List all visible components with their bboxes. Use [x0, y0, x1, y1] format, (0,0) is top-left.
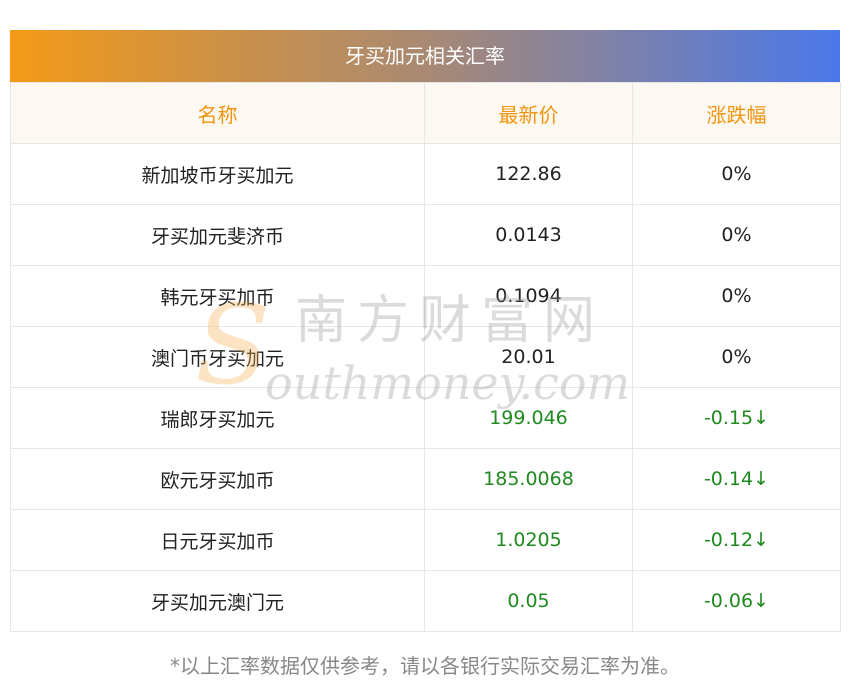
rate-change-cell: 0% [632, 143, 841, 205]
table-row: 新加坡币牙买加元 122.86 0% [10, 143, 841, 205]
rate-change-cell: -0.15↓ [632, 387, 841, 449]
rate-price-cell: 0.0143 [424, 204, 633, 266]
rate-price-cell: 199.046 [424, 387, 633, 449]
table-row: 日元牙买加币 1.0205 -0.12↓ [10, 509, 841, 571]
table-row: 欧元牙买加币 185.0068 -0.14↓ [10, 448, 841, 510]
rates-card: 牙买加元相关汇率 名称 最新价 涨跌幅 新加坡币牙买加元 122.86 0% 牙买加元… [10, 30, 841, 632]
column-header-price: 最新价 [424, 82, 633, 144]
rate-name-cell: 欧元牙买加币 [10, 448, 425, 510]
rate-name-cell: 牙买加元斐济币 [10, 204, 425, 266]
rate-price-cell: 1.0205 [424, 509, 633, 571]
rate-name-cell: 澳门币牙买加元 [10, 326, 425, 388]
rates-table: 名称 最新价 涨跌幅 新加坡币牙买加元 122.86 0% 牙买加元斐济币 0.0143… [10, 82, 841, 632]
rate-price-cell: 0.1094 [424, 265, 633, 327]
table-title: 牙买加元相关汇率 [10, 30, 840, 82]
table-header-row: 名称 最新价 涨跌幅 [10, 82, 841, 144]
table-row: 澳门币牙买加元 20.01 0% [10, 326, 841, 388]
column-header-name: 名称 [10, 82, 425, 144]
rate-name-cell: 日元牙买加币 [10, 509, 425, 571]
rate-price-cell: 185.0068 [424, 448, 633, 510]
rate-price-cell: 0.05 [424, 570, 633, 632]
table-row: 韩元牙买加币 0.1094 0% [10, 265, 841, 327]
table-row: 瑞郎牙买加元 199.046 -0.15↓ [10, 387, 841, 449]
rate-price-cell: 20.01 [424, 326, 633, 388]
rate-change-cell: -0.06↓ [632, 570, 841, 632]
rate-change-cell: 0% [632, 326, 841, 388]
table-row: 牙买加元澳门元 0.05 -0.06↓ [10, 570, 841, 632]
disclaimer-footnote: *以上汇率数据仅供参考，请以各银行实际交易汇率为准。 [170, 654, 680, 678]
rate-change-cell: -0.12↓ [632, 509, 841, 571]
table-row: 牙买加元斐济币 0.0143 0% [10, 204, 841, 266]
rate-change-cell: 0% [632, 265, 841, 327]
rate-change-cell: 0% [632, 204, 841, 266]
rate-name-cell: 韩元牙买加币 [10, 265, 425, 327]
rate-name-cell: 牙买加元澳门元 [10, 570, 425, 632]
column-header-change: 涨跌幅 [632, 82, 841, 144]
rate-name-cell: 新加坡币牙买加元 [10, 143, 425, 205]
rate-price-cell: 122.86 [424, 143, 633, 205]
rate-change-cell: -0.14↓ [632, 448, 841, 510]
rate-name-cell: 瑞郎牙买加元 [10, 387, 425, 449]
